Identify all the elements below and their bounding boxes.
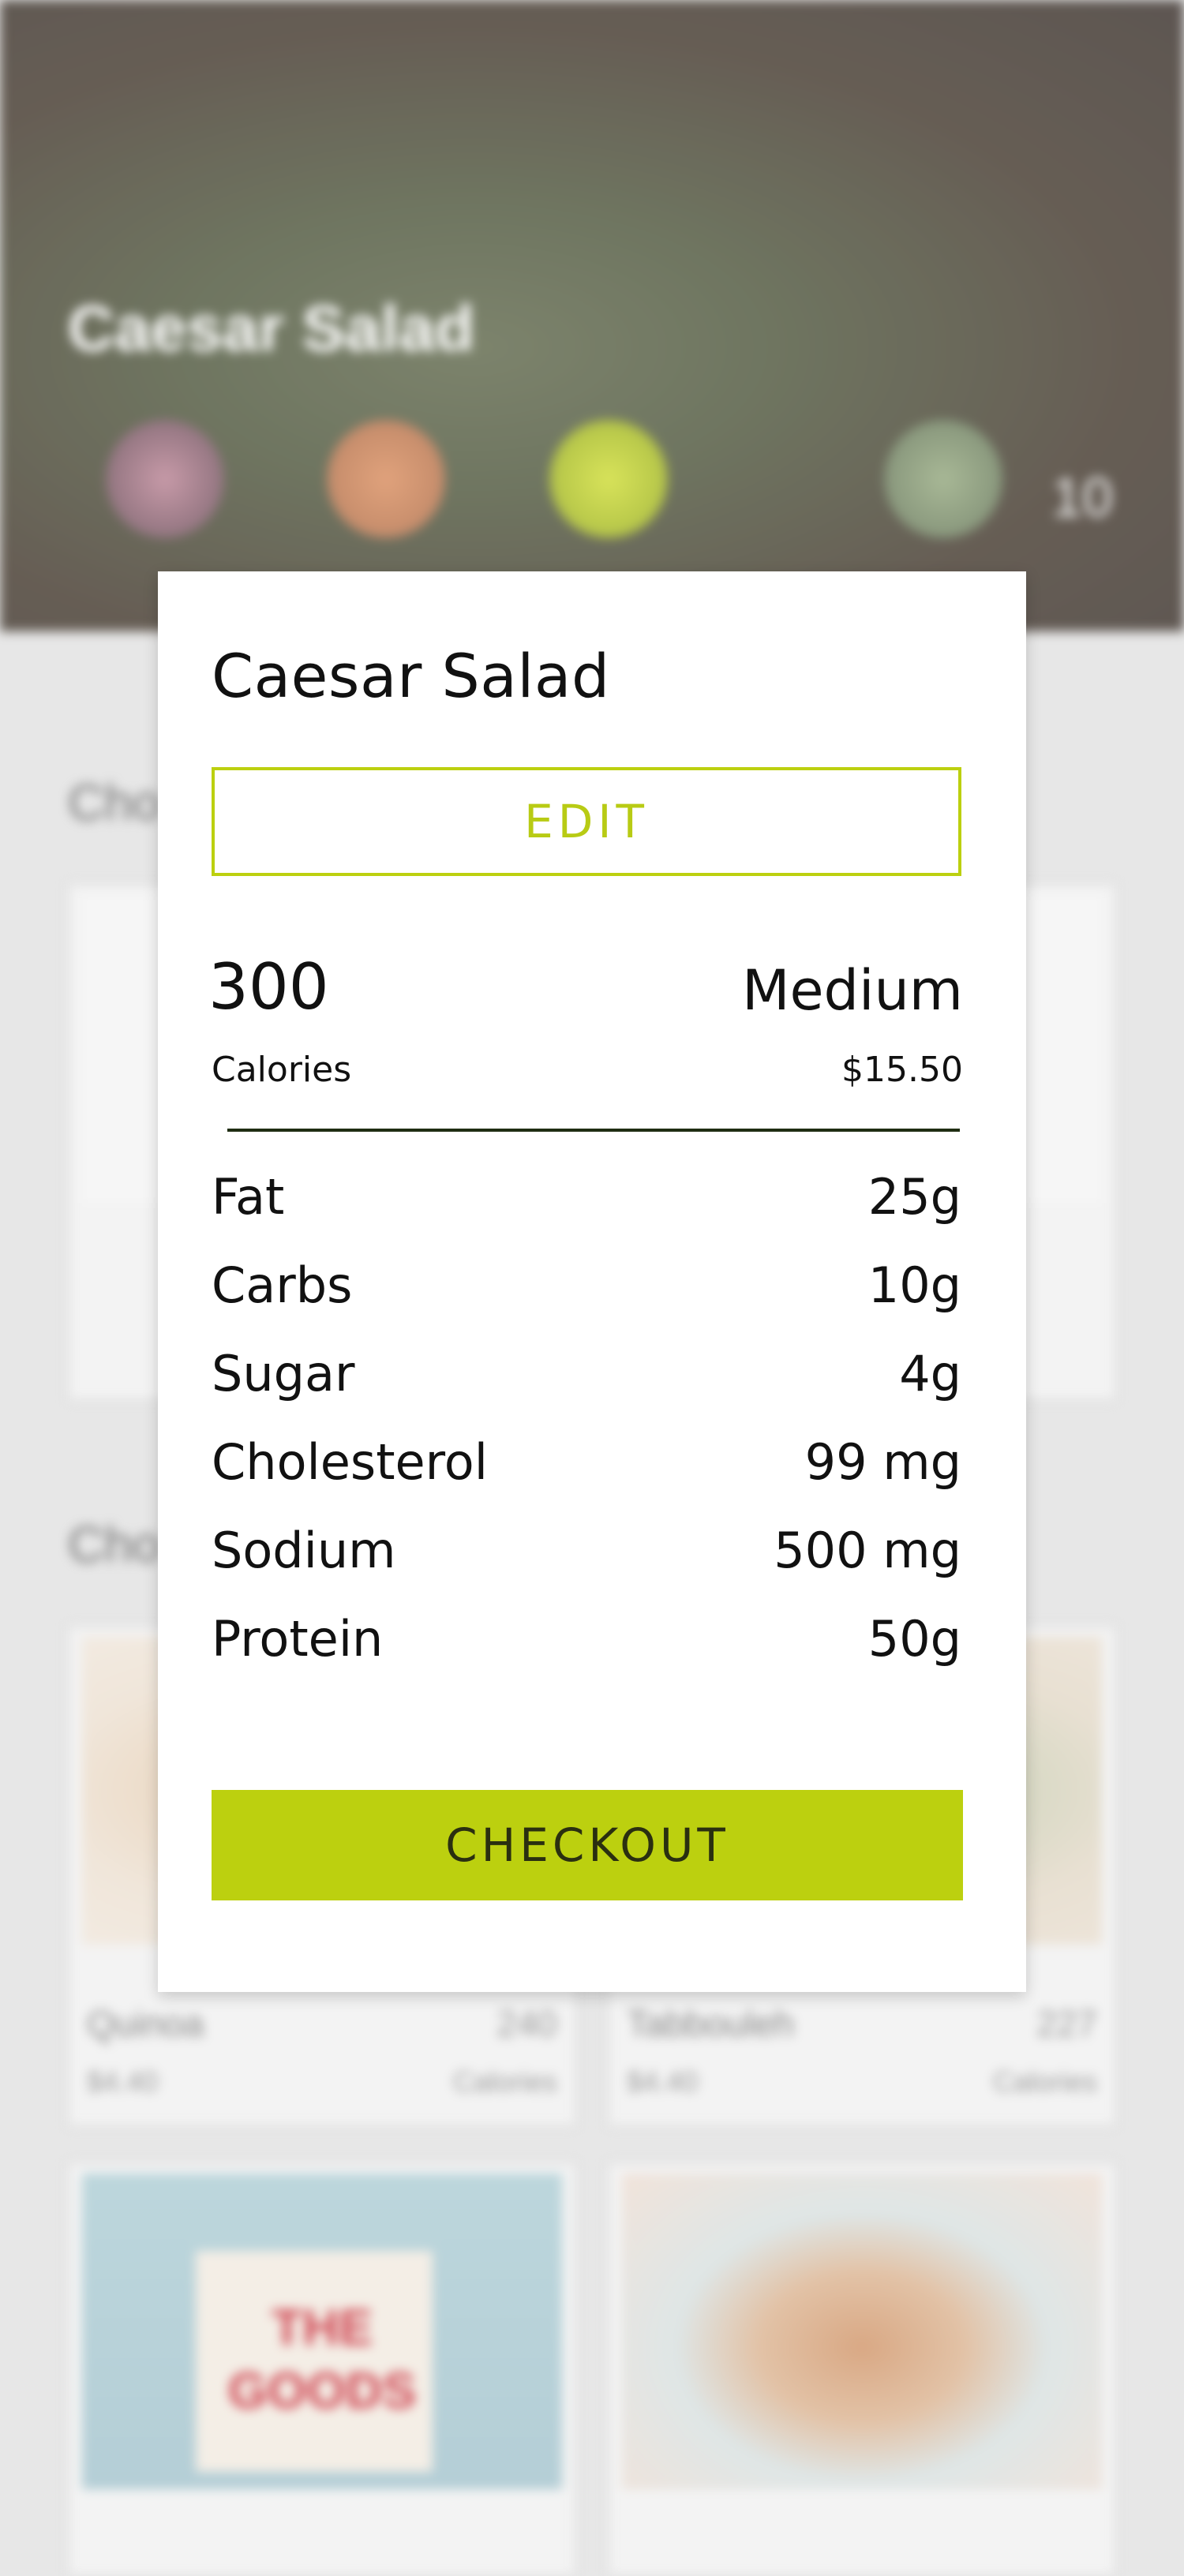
nutrition-name: Sodium: [212, 1522, 396, 1579]
order-summary-modal: Caesar Salad EDIT 300 Calories Medium $1…: [158, 571, 1026, 1992]
calories-value: 300: [208, 950, 329, 1024]
nutrition-name: Protein: [212, 1610, 384, 1668]
nutrition-name: Sugar: [212, 1345, 355, 1402]
nutrition-value: 4g: [899, 1345, 961, 1402]
nutrition-value: 10g: [867, 1256, 961, 1314]
nutrition-row-carbs: Carbs 10g: [212, 1256, 961, 1327]
edit-button[interactable]: EDIT: [212, 767, 961, 876]
nutrition-name: Fat: [212, 1168, 285, 1226]
size-value: Medium: [742, 958, 963, 1023]
price-value: $15.50: [841, 1050, 963, 1090]
calories-label: Calories: [212, 1050, 352, 1090]
nutrition-name: Cholesterol: [212, 1433, 488, 1491]
nutrition-name: Carbs: [212, 1256, 353, 1314]
modal-title: Caesar Salad: [212, 641, 610, 711]
nutrition-row-protein: Protein 50g: [212, 1610, 961, 1681]
nutrition-value: 99 mg: [804, 1433, 961, 1491]
nutrition-row-sodium: Sodium 500 mg: [212, 1522, 961, 1593]
nutrition-row-fat: Fat 25g: [212, 1168, 961, 1239]
nutrition-row-sugar: Sugar 4g: [212, 1345, 961, 1416]
divider: [227, 1129, 960, 1132]
nutrition-value: 500 mg: [774, 1522, 961, 1579]
nutrition-row-cholesterol: Cholesterol 99 mg: [212, 1433, 961, 1504]
nutrition-value: 25g: [867, 1168, 961, 1226]
checkout-button[interactable]: CHECKOUT: [212, 1790, 963, 1900]
nutrition-value: 50g: [867, 1610, 961, 1668]
